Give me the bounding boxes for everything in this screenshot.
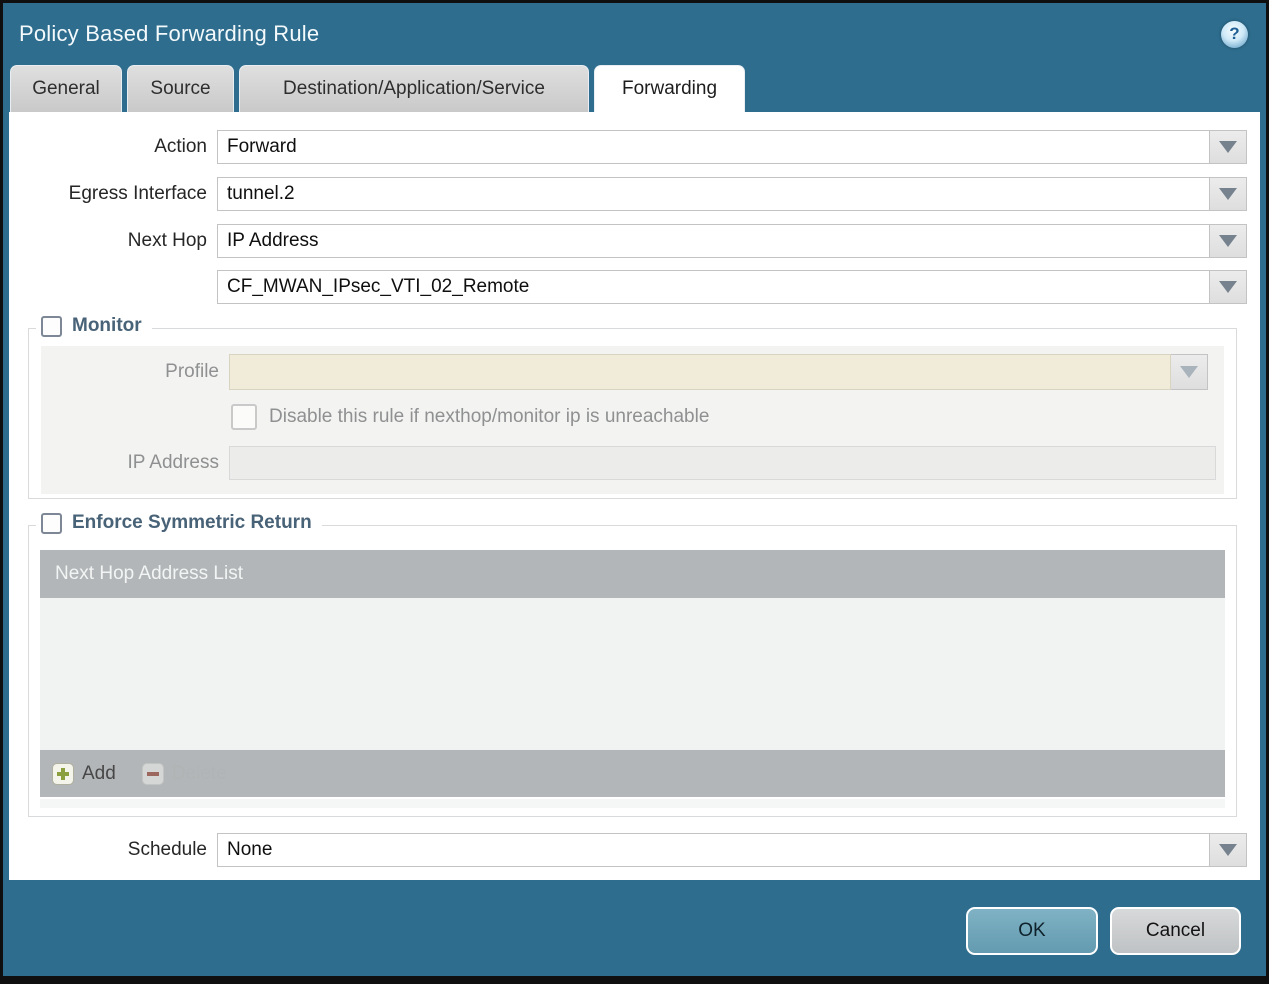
dialog-titlebar: Policy Based Forwarding Rule ? — [3, 3, 1266, 65]
dialog-title: Policy Based Forwarding Rule — [19, 21, 320, 46]
policy-based-forwarding-dialog: Policy Based Forwarding Rule ? General S… — [0, 0, 1269, 984]
schedule-dropdown-button[interactable] — [1210, 833, 1247, 867]
chevron-down-icon — [1219, 141, 1237, 153]
profile-label: Profile — [165, 361, 219, 382]
egress-interface-select[interactable]: tunnel.2 — [217, 177, 1210, 211]
action-row: Action Forward — [9, 130, 1247, 164]
monitor-ip-address-input — [229, 446, 1216, 480]
disable-rule-row: Disable this rule if nexthop/monitor ip … — [41, 404, 1216, 430]
enforce-symmetric-return-section: Enforce Symmetric Return Next Hop Addres… — [28, 512, 1237, 817]
next-hop-row: Next Hop IP Address — [9, 224, 1247, 258]
tab-general[interactable]: General — [10, 65, 122, 112]
disable-rule-checkbox — [231, 404, 257, 430]
next-hop-address-list-footer: Add Delete — [40, 750, 1225, 797]
enforce-symmetric-return-checkbox[interactable] — [41, 512, 62, 534]
next-hop-address-list-table: Next Hop Address List Add Delete — [40, 550, 1225, 808]
profile-dropdown-button — [1171, 354, 1208, 390]
egress-interface-label: Egress Interface — [68, 183, 207, 204]
plus-icon — [52, 762, 74, 785]
action-label: Action — [154, 136, 207, 157]
profile-select — [229, 354, 1171, 390]
tab-source[interactable]: Source — [127, 65, 234, 112]
tab-forwarding[interactable]: Forwarding — [594, 65, 745, 112]
monitor-ip-address-row: IP Address — [41, 446, 1216, 480]
monitor-legend: Monitor — [36, 315, 152, 337]
monitor-checkbox[interactable] — [41, 315, 62, 337]
next-hop-address-row: CF_MWAN_IPsec_VTI_02_Remote — [9, 270, 1247, 304]
cancel-button[interactable]: Cancel — [1110, 907, 1241, 955]
minus-icon — [141, 762, 164, 785]
monitor-body: Profile Disable this rule if nexthop/mon… — [41, 346, 1224, 494]
monitor-ip-address-label: IP Address — [127, 452, 219, 473]
delete-button: Delete — [141, 762, 227, 785]
next-hop-address-list-header: Next Hop Address List — [40, 550, 1225, 598]
monitor-section: Monitor Profile Disable this rule if nex… — [28, 315, 1237, 499]
chevron-down-icon — [1219, 235, 1237, 247]
next-hop-address-select[interactable]: CF_MWAN_IPsec_VTI_02_Remote — [217, 270, 1210, 304]
next-hop-label: Next Hop — [127, 230, 207, 251]
enforce-symmetric-return-legend: Enforce Symmetric Return — [36, 512, 322, 534]
next-hop-address-list-body[interactable] — [40, 598, 1225, 750]
add-button[interactable]: Add — [52, 762, 116, 785]
action-select[interactable]: Forward — [217, 130, 1210, 164]
dialog-button-bar: OK Cancel — [3, 907, 1241, 955]
next-hop-type-select[interactable]: IP Address — [217, 224, 1210, 258]
next-hop-address-dropdown-button[interactable] — [1210, 270, 1247, 304]
tab-destination-application-service[interactable]: Destination/Application/Service — [239, 65, 589, 112]
chevron-down-icon — [1219, 281, 1237, 293]
schedule-row: Schedule None — [9, 833, 1247, 867]
chevron-down-icon — [1219, 188, 1237, 200]
enforce-symmetric-return-title: Enforce Symmetric Return — [72, 512, 312, 533]
egress-interface-row: Egress Interface tunnel.2 — [9, 177, 1247, 211]
table-scrollbar-track[interactable] — [40, 799, 1225, 808]
disable-rule-label: Disable this rule if nexthop/monitor ip … — [269, 406, 710, 427]
help-icon[interactable]: ? — [1221, 20, 1248, 48]
tab-content-forwarding: Action Forward Egress Interface tunnel.2… — [9, 112, 1260, 880]
schedule-select[interactable]: None — [217, 833, 1210, 867]
tab-bar: General Source Destination/Application/S… — [3, 65, 1266, 112]
chevron-down-icon — [1219, 844, 1237, 856]
egress-interface-dropdown-button[interactable] — [1210, 177, 1247, 211]
monitor-title: Monitor — [72, 315, 142, 336]
next-hop-dropdown-button[interactable] — [1210, 224, 1247, 258]
schedule-label: Schedule — [127, 839, 207, 860]
ok-button[interactable]: OK — [966, 907, 1098, 955]
profile-row: Profile — [41, 354, 1216, 390]
action-dropdown-button[interactable] — [1210, 130, 1247, 164]
chevron-down-icon — [1180, 366, 1198, 378]
